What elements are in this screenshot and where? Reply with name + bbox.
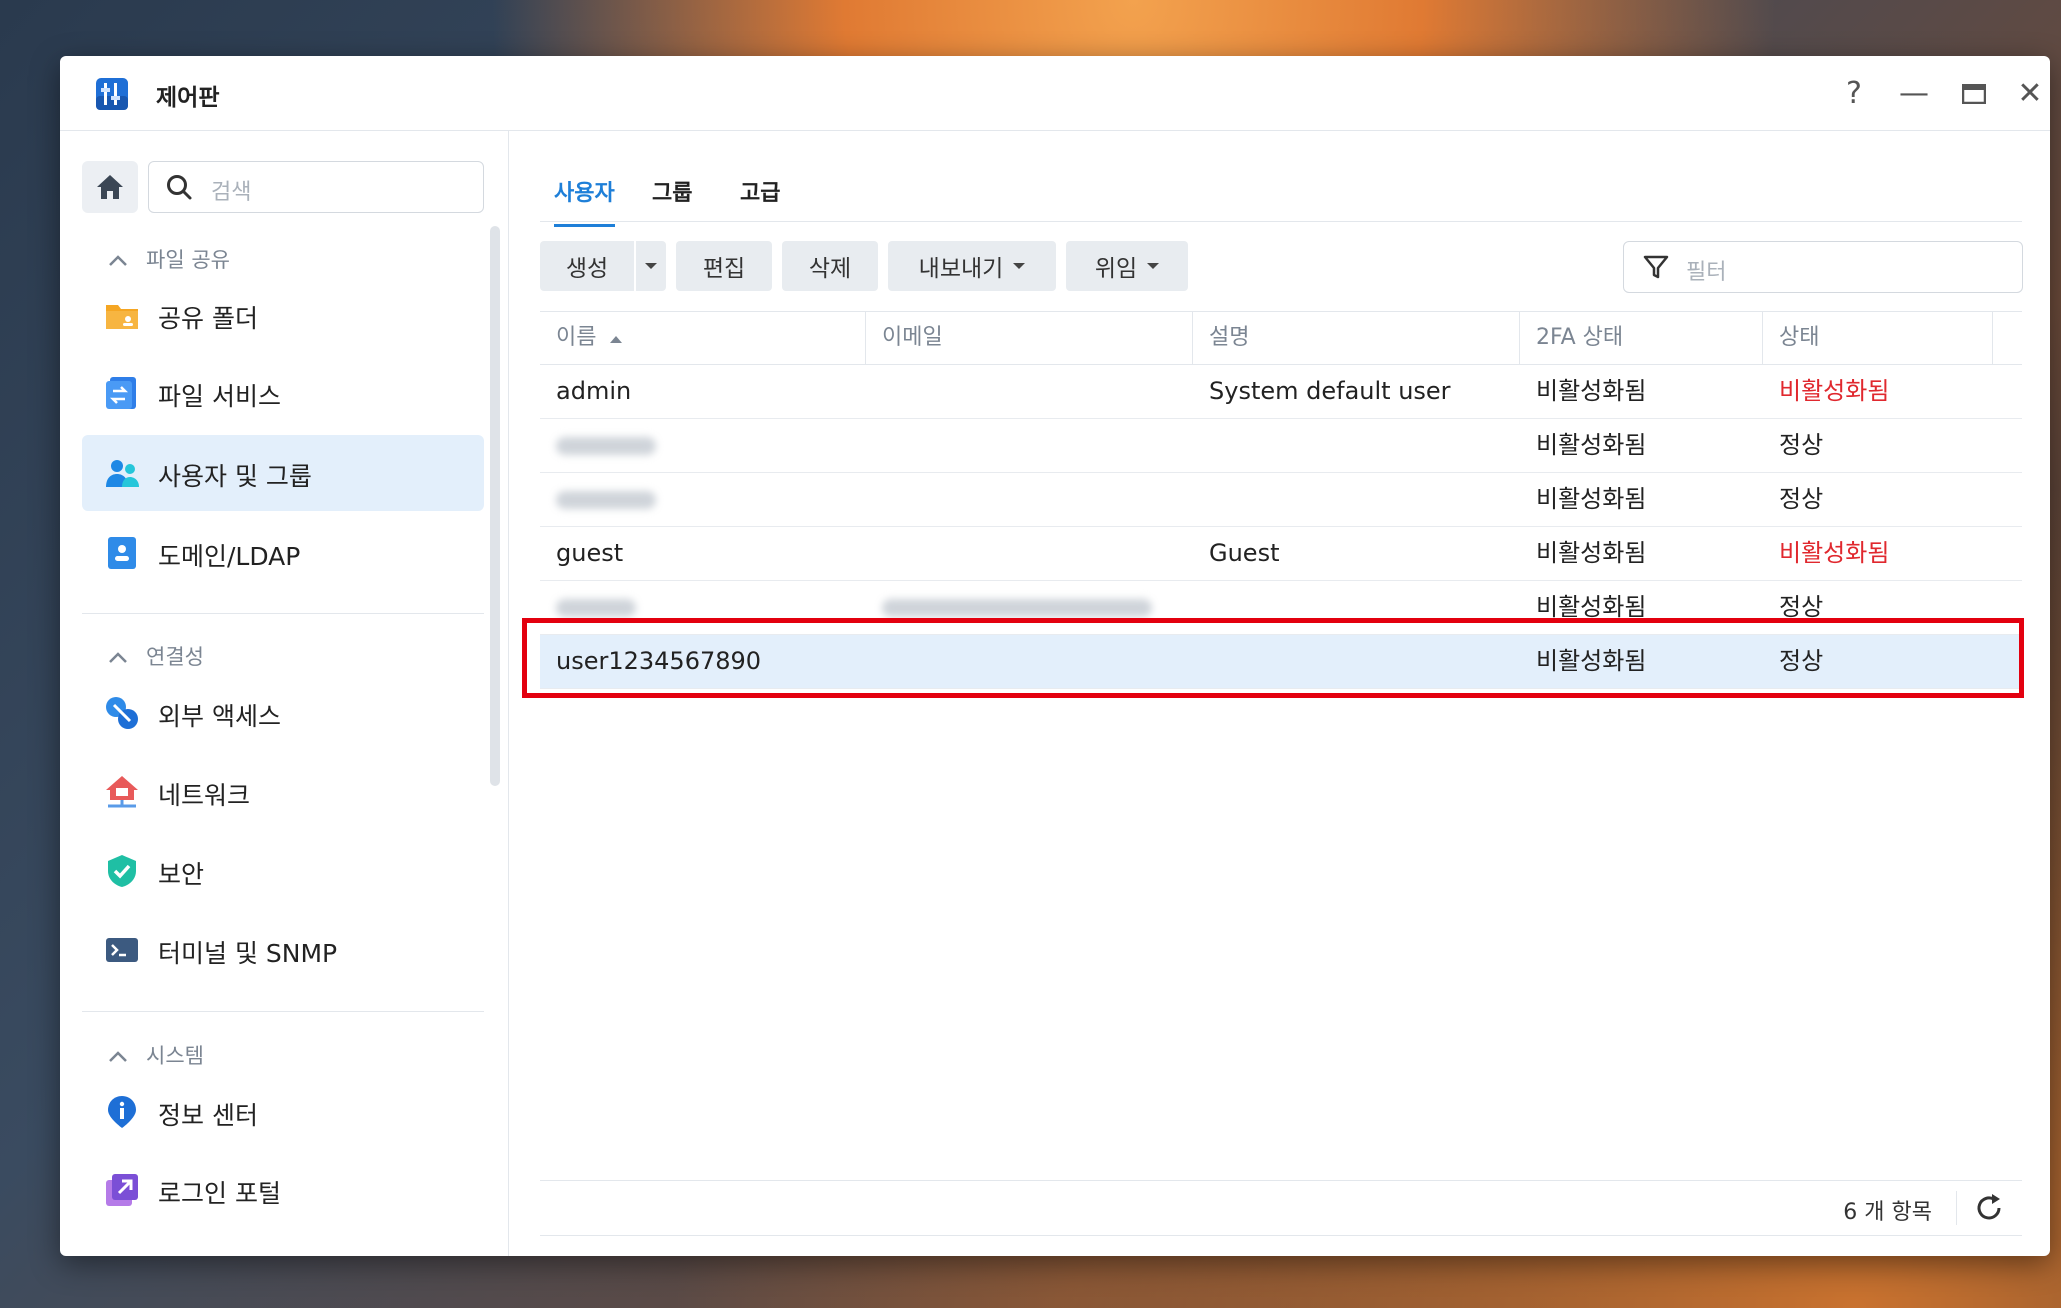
delete-button[interactable]: 삭제: [782, 241, 878, 291]
file-services-icon: [106, 377, 136, 409]
sidebar: 검색 파일 공유 공유 폴더 파일 서비스 사용자 및 그룹 도메인/LDAP: [60, 131, 509, 1256]
sidebar-item-login-portal[interactable]: 로그인 포털: [82, 1152, 484, 1228]
close-button[interactable]: ✕: [2010, 74, 2050, 114]
filter-input[interactable]: 필터: [1623, 241, 2023, 293]
table-row[interactable]: admin System default user 비활성화됨 비활성화됨: [540, 365, 2022, 419]
refresh-icon[interactable]: [1972, 1191, 2006, 1225]
folder-icon: [106, 305, 138, 329]
chevron-up-icon: [108, 645, 128, 669]
redacted-name: [556, 599, 636, 617]
sidebar-item-file-services[interactable]: 파일 서비스: [82, 355, 484, 431]
column-header-2fa-status[interactable]: 2FA 상태: [1520, 312, 1763, 364]
table-row[interactable]: 비활성화됨 정상: [540, 419, 2022, 473]
section-file-sharing[interactable]: 파일 공유: [108, 244, 230, 274]
sidebar-divider: [82, 1011, 484, 1012]
external-access-icon: [106, 697, 138, 729]
sidebar-item-network[interactable]: 네트워크: [82, 754, 484, 830]
column-header-description[interactable]: 설명: [1193, 312, 1520, 364]
maximize-button[interactable]: [1954, 74, 1994, 114]
export-button[interactable]: 내보내기: [888, 241, 1056, 291]
table-row[interactable]: 비활성화됨 정상: [540, 473, 2022, 527]
main-panel: 사용자 그룹 고급 생성 편집 삭제 내보내기 위임 필터 이름 이메일 설명 …: [510, 131, 2050, 1256]
column-header-status[interactable]: 상태: [1763, 312, 1993, 364]
tab-groups[interactable]: 그룹: [652, 175, 692, 207]
tab-bar: 사용자 그룹 고급: [540, 161, 2022, 227]
redacted-name: [556, 437, 656, 455]
column-header-email[interactable]: 이메일: [866, 312, 1193, 364]
redacted-name: [556, 491, 656, 509]
section-system[interactable]: 시스템: [108, 1040, 204, 1070]
caret-down-icon: [1013, 263, 1026, 269]
sidebar-search-input[interactable]: 검색: [148, 161, 484, 213]
sidebar-divider: [82, 613, 484, 614]
sidebar-item-users-groups[interactable]: 사용자 및 그룹: [82, 435, 484, 511]
section-connectivity[interactable]: 연결성: [108, 641, 204, 671]
window-title: 제어판: [156, 85, 220, 111]
shield-icon: [108, 855, 136, 887]
item-count: 6 개 항목: [1843, 1200, 1932, 1225]
delegate-button[interactable]: 위임: [1066, 241, 1188, 291]
sidebar-item-domain-ldap[interactable]: 도메인/LDAP: [82, 515, 484, 591]
sidebar-item-terminal-snmp[interactable]: 터미널 및 SNMP: [82, 912, 484, 988]
chevron-up-icon: [108, 248, 128, 272]
sidebar-scrollbar[interactable]: [490, 226, 500, 786]
caret-down-icon: [1147, 263, 1160, 269]
help-button[interactable]: ?: [1834, 74, 1874, 114]
home-button[interactable]: [82, 161, 138, 213]
footer-divider: [1956, 1191, 1957, 1225]
info-icon: [108, 1096, 136, 1128]
sort-ascending-icon: [610, 336, 623, 343]
caret-down-icon: [645, 263, 657, 269]
login-portal-icon: [106, 1174, 138, 1206]
column-header-name[interactable]: 이름: [540, 312, 866, 364]
users-table: 이름 이메일 설명 2FA 상태 상태 admin System default…: [540, 311, 2022, 689]
directory-icon: [108, 537, 136, 569]
maximize-icon: [1961, 83, 1987, 105]
sidebar-item-info-center[interactable]: 정보 센터: [82, 1074, 484, 1150]
tab-advanced[interactable]: 고급: [740, 175, 780, 207]
create-button[interactable]: 생성: [540, 241, 634, 291]
redacted-email: [882, 599, 1152, 617]
edit-button[interactable]: 편집: [676, 241, 772, 291]
create-dropdown-button[interactable]: [636, 241, 666, 291]
table-row[interactable]: 비활성화됨 정상: [540, 581, 2022, 635]
chevron-up-icon: [108, 1044, 128, 1068]
sidebar-item-shared-folder[interactable]: 공유 폴더: [82, 277, 484, 353]
table-row[interactable]: guest Guest 비활성화됨 비활성화됨: [540, 527, 2022, 581]
title-bar: 제어판 ? — ✕: [60, 56, 2050, 131]
minimize-button[interactable]: —: [1894, 74, 1934, 114]
control-panel-window: 제어판 ? — ✕ 검색 파일 공유 공유 폴더 파일 서비스 사용자 및 그룹…: [60, 56, 2050, 1256]
sidebar-item-security[interactable]: 보안: [82, 833, 484, 909]
filter-icon: [1643, 255, 1669, 279]
table-header: 이름 이메일 설명 2FA 상태 상태: [540, 311, 2022, 365]
users-icon: [106, 460, 139, 487]
table-footer: 6 개 항목: [540, 1180, 2022, 1236]
tab-users[interactable]: 사용자: [554, 175, 615, 227]
search-placeholder: 검색: [211, 180, 252, 205]
network-icon: [106, 776, 138, 808]
control-panel-icon: [96, 78, 128, 110]
home-icon: [97, 175, 123, 199]
search-icon: [167, 175, 192, 200]
sidebar-item-external-access[interactable]: 외부 액세스: [82, 675, 484, 751]
table-row-selected[interactable]: user1234567890 비활성화됨 정상: [540, 635, 2022, 689]
terminal-icon: [106, 938, 138, 962]
